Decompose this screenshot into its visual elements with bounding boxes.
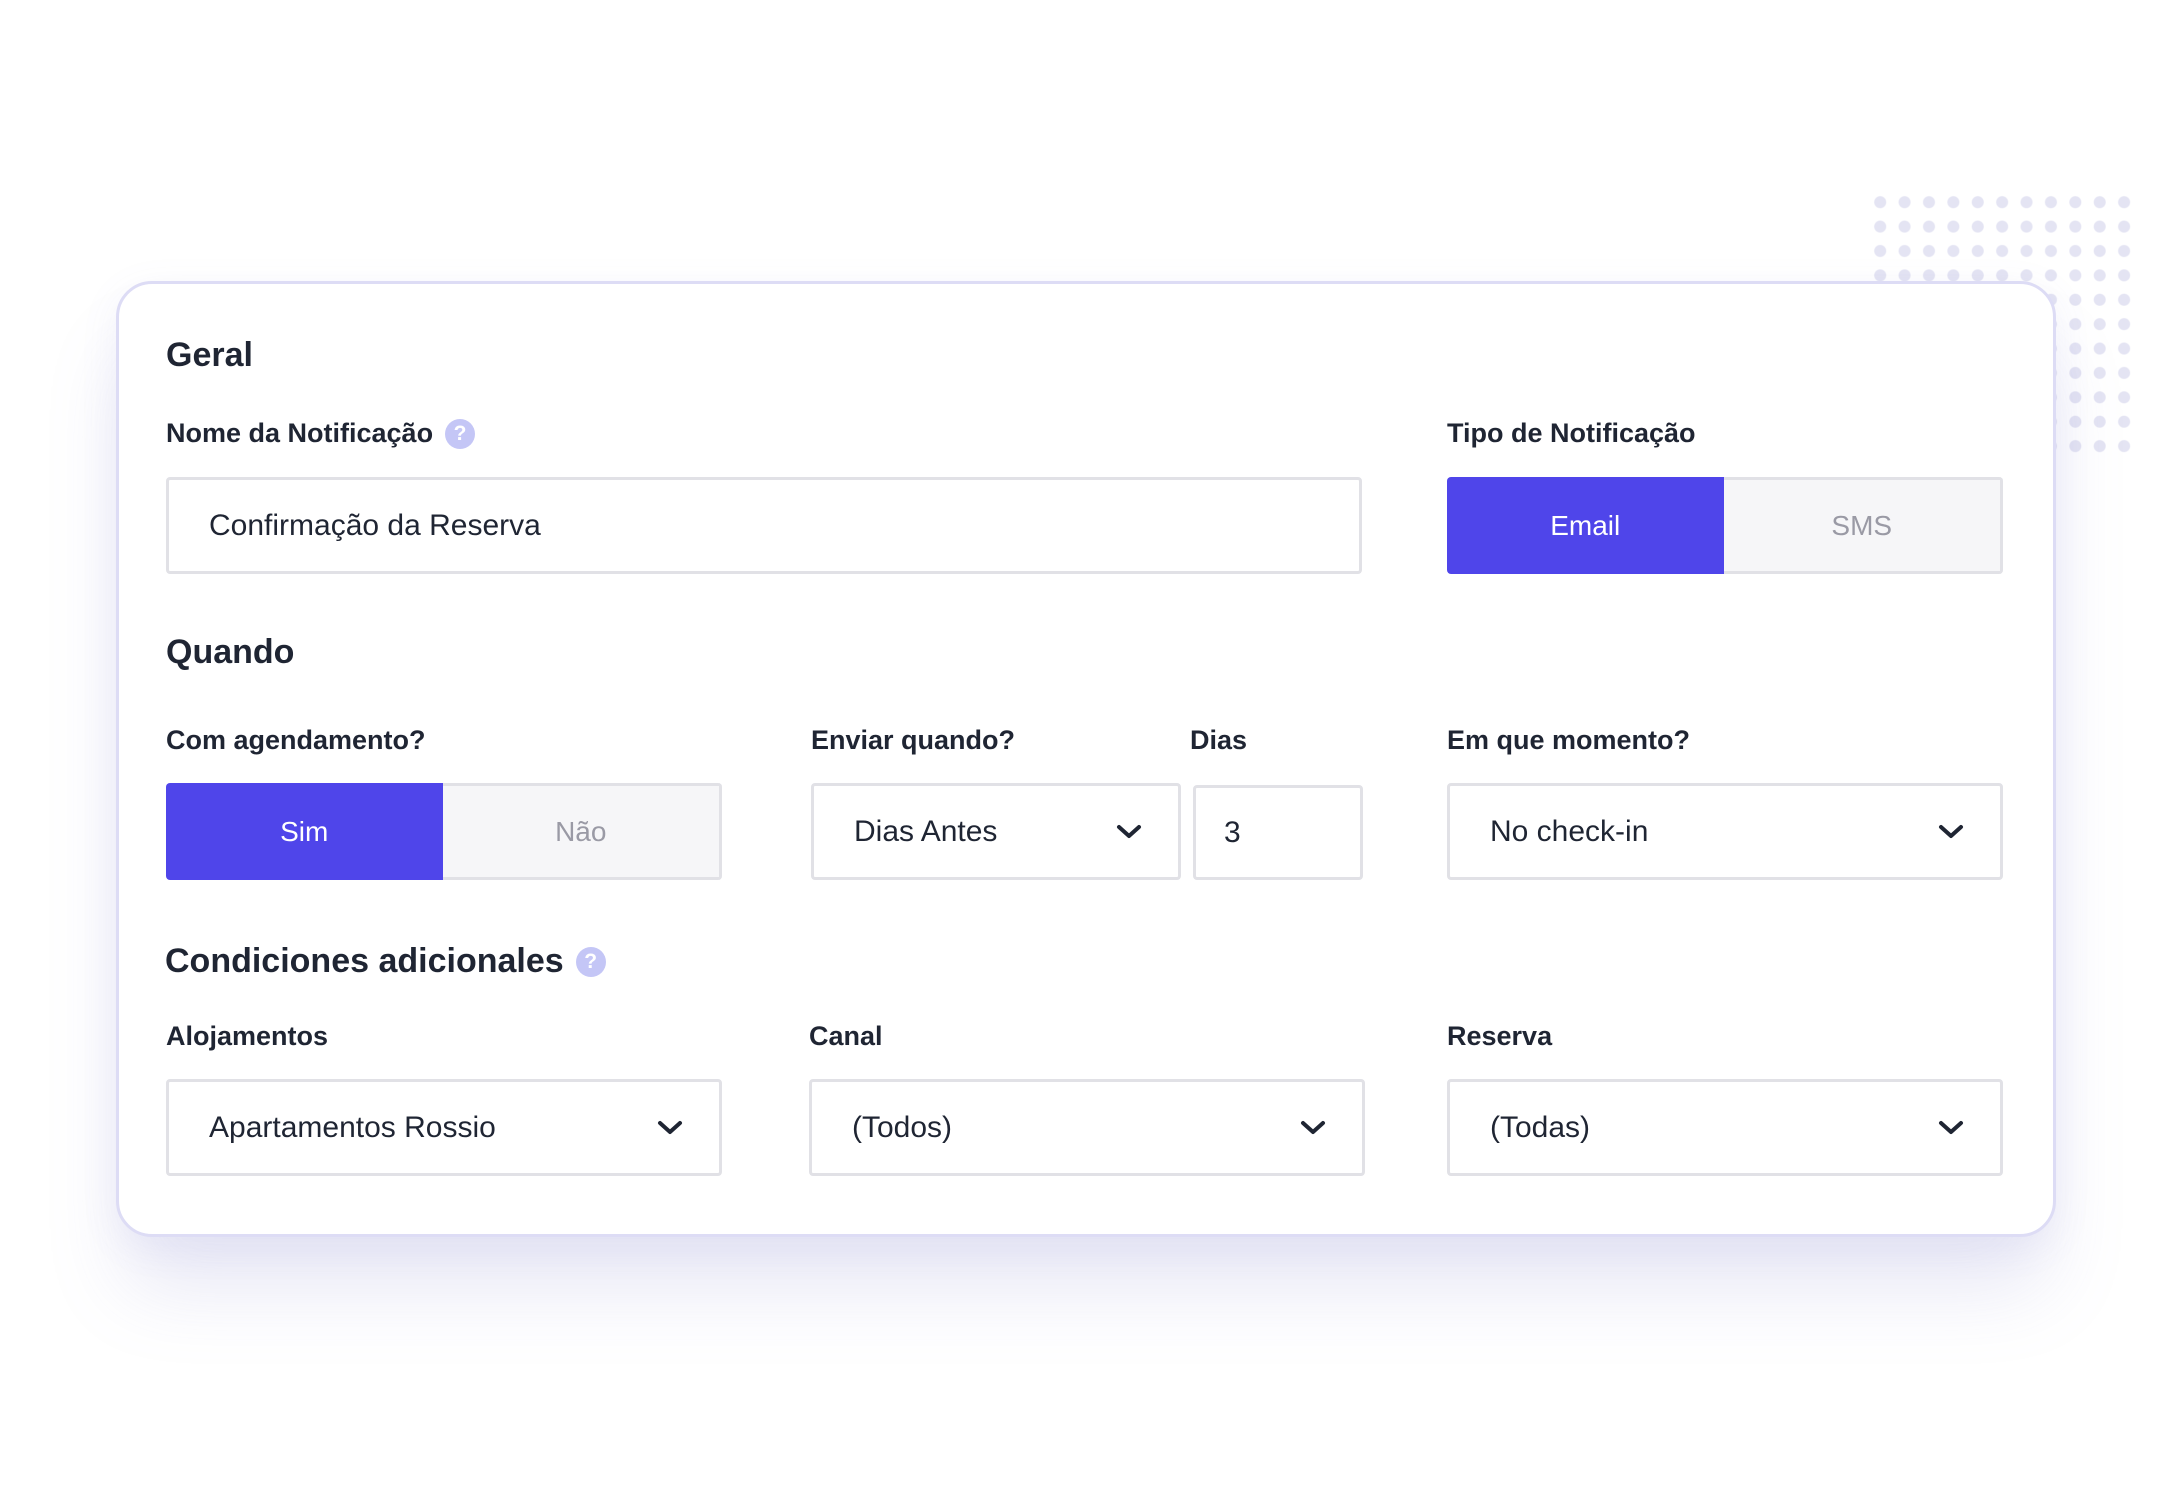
- scheduled-yes-option[interactable]: Sim: [166, 783, 443, 880]
- send-when-select[interactable]: Dias Antes: [811, 783, 1181, 880]
- help-icon[interactable]: ?: [575, 946, 606, 977]
- chevron-down-icon: [1939, 824, 1963, 838]
- reservation-label: Reserva: [1447, 1021, 1552, 1052]
- chevron-down-icon: [1117, 824, 1141, 838]
- moment-select[interactable]: No check-in: [1447, 783, 2003, 880]
- notification-name-label: Nome da Notificação ?: [166, 418, 476, 449]
- stage: Geral Nome da Notificação ? Confirmação …: [0, 0, 2160, 1508]
- chevron-down-icon: [1301, 1120, 1325, 1134]
- days-label: Dias: [1190, 725, 1247, 756]
- notification-type-sms-option[interactable]: SMS: [1723, 477, 2003, 574]
- send-when-value: Dias Antes: [854, 814, 998, 848]
- notification-type-label-text: Tipo de Notificação: [1447, 418, 1696, 448]
- reservation-select[interactable]: (Todas): [1447, 1079, 2003, 1176]
- channel-label-text: Canal: [809, 1021, 883, 1051]
- section-title-conditions-text: Condiciones adicionales: [165, 942, 564, 980]
- notification-type-label: Tipo de Notificação: [1447, 418, 1696, 449]
- notification-name-label-text: Nome da Notificação: [166, 418, 434, 448]
- channel-value: (Todos): [852, 1110, 953, 1144]
- lodging-select[interactable]: Apartamentos Rossio: [166, 1079, 722, 1176]
- lodging-value: Apartamentos Rossio: [209, 1110, 496, 1144]
- scheduled-no-option[interactable]: Não: [442, 783, 722, 880]
- section-title-general-text: Geral: [166, 336, 253, 374]
- days-input[interactable]: 3: [1193, 785, 1363, 880]
- moment-label-text: Em que momento?: [1447, 725, 1691, 755]
- moment-label: Em que momento?: [1447, 725, 1690, 756]
- notification-name-value: Confirmação da Reserva: [209, 508, 541, 542]
- chevron-down-icon: [658, 1120, 682, 1134]
- send-when-label: Enviar quando?: [811, 725, 1015, 756]
- section-title-when-text: Quando: [166, 633, 295, 671]
- scheduled-label: Com agendamento?: [166, 725, 426, 756]
- days-value: 3: [1224, 815, 1241, 849]
- chevron-down-icon: [1939, 1120, 1963, 1134]
- channel-label: Canal: [809, 1021, 883, 1052]
- reservation-value: (Todas): [1490, 1110, 1591, 1144]
- channel-select[interactable]: (Todos): [809, 1079, 1365, 1176]
- days-label-text: Dias: [1190, 725, 1248, 755]
- reservation-label-text: Reserva: [1447, 1021, 1553, 1051]
- lodging-label-text: Alojamentos: [166, 1021, 329, 1051]
- send-when-label-text: Enviar quando?: [811, 725, 1016, 755]
- moment-value: No check-in: [1490, 814, 1649, 848]
- notification-type-toggle: Email SMS: [1447, 477, 2003, 574]
- section-title-when: Quando: [166, 633, 294, 672]
- section-title-general: Geral: [166, 336, 253, 375]
- section-title-conditions: Condiciones adicionales ?: [165, 942, 606, 981]
- notification-type-email-option[interactable]: Email: [1447, 477, 1724, 574]
- help-icon[interactable]: ?: [445, 418, 476, 449]
- notification-settings-card: Geral Nome da Notificação ? Confirmação …: [116, 281, 2056, 1237]
- lodging-label: Alojamentos: [166, 1021, 328, 1052]
- scheduled-toggle: Sim Não: [166, 783, 722, 880]
- scheduled-label-text: Com agendamento?: [166, 725, 426, 755]
- notification-name-input[interactable]: Confirmação da Reserva: [166, 477, 1362, 574]
